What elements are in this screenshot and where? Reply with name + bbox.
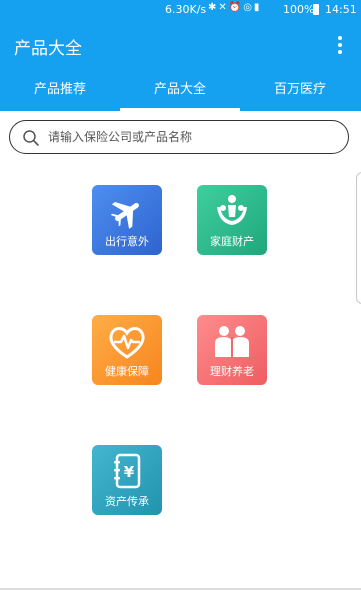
- status-icons: ✱✕⏰◎▮: [208, 2, 262, 13]
- tab-recommended[interactable]: 产品推荐: [0, 70, 120, 111]
- search-icon: [23, 130, 39, 146]
- family-icon: [217, 195, 247, 225]
- tab-label: 百万医疗: [273, 82, 326, 97]
- edge-panel-handle[interactable]: [356, 172, 361, 304]
- heart-pulse-icon: [109, 327, 145, 359]
- elderly-couple-icon: [215, 326, 249, 357]
- battery-percent: 100%: [283, 3, 315, 16]
- clock: 14:51: [325, 3, 357, 16]
- category-health[interactable]: 健康保障: [92, 315, 162, 385]
- category-asset-inheritance[interactable]: ¥ 资产传承: [92, 445, 162, 515]
- app-bar: 产品大全: [0, 20, 361, 70]
- tab-indicator: [120, 108, 240, 111]
- net-speed: 6.30K/s: [165, 3, 207, 16]
- more-options-icon[interactable]: [333, 36, 347, 56]
- svg-text:¥: ¥: [124, 463, 135, 481]
- search-input[interactable]: [48, 127, 338, 147]
- airplane-icon: [110, 202, 139, 229]
- category-label: 资产传承: [105, 495, 149, 508]
- category-label: 健康保障: [105, 365, 149, 378]
- category-label: 家庭财产: [210, 235, 254, 248]
- search-box[interactable]: [9, 120, 349, 154]
- tab-all-products[interactable]: 产品大全: [120, 70, 240, 111]
- tab-bar: 产品推荐 产品大全 百万医疗: [0, 70, 361, 111]
- tab-label: 产品推荐: [33, 82, 86, 97]
- battery-icon: [313, 4, 319, 15]
- tab-million-medical[interactable]: 百万医疗: [240, 70, 360, 111]
- category-label: 理财养老: [210, 365, 254, 378]
- tab-label: 产品大全: [153, 82, 206, 97]
- category-family-property[interactable]: 家庭财产: [197, 185, 267, 255]
- category-wealth-pension[interactable]: 理财养老: [197, 315, 267, 385]
- category-travel-accident[interactable]: 出行意外: [92, 185, 162, 255]
- yen-ledger-icon: ¥: [114, 453, 141, 489]
- category-label: 出行意外: [105, 235, 149, 248]
- status-bar: 6.30K/s ✱✕⏰◎▮ 100% 14:51: [0, 0, 361, 20]
- page-title: 产品大全: [14, 39, 82, 59]
